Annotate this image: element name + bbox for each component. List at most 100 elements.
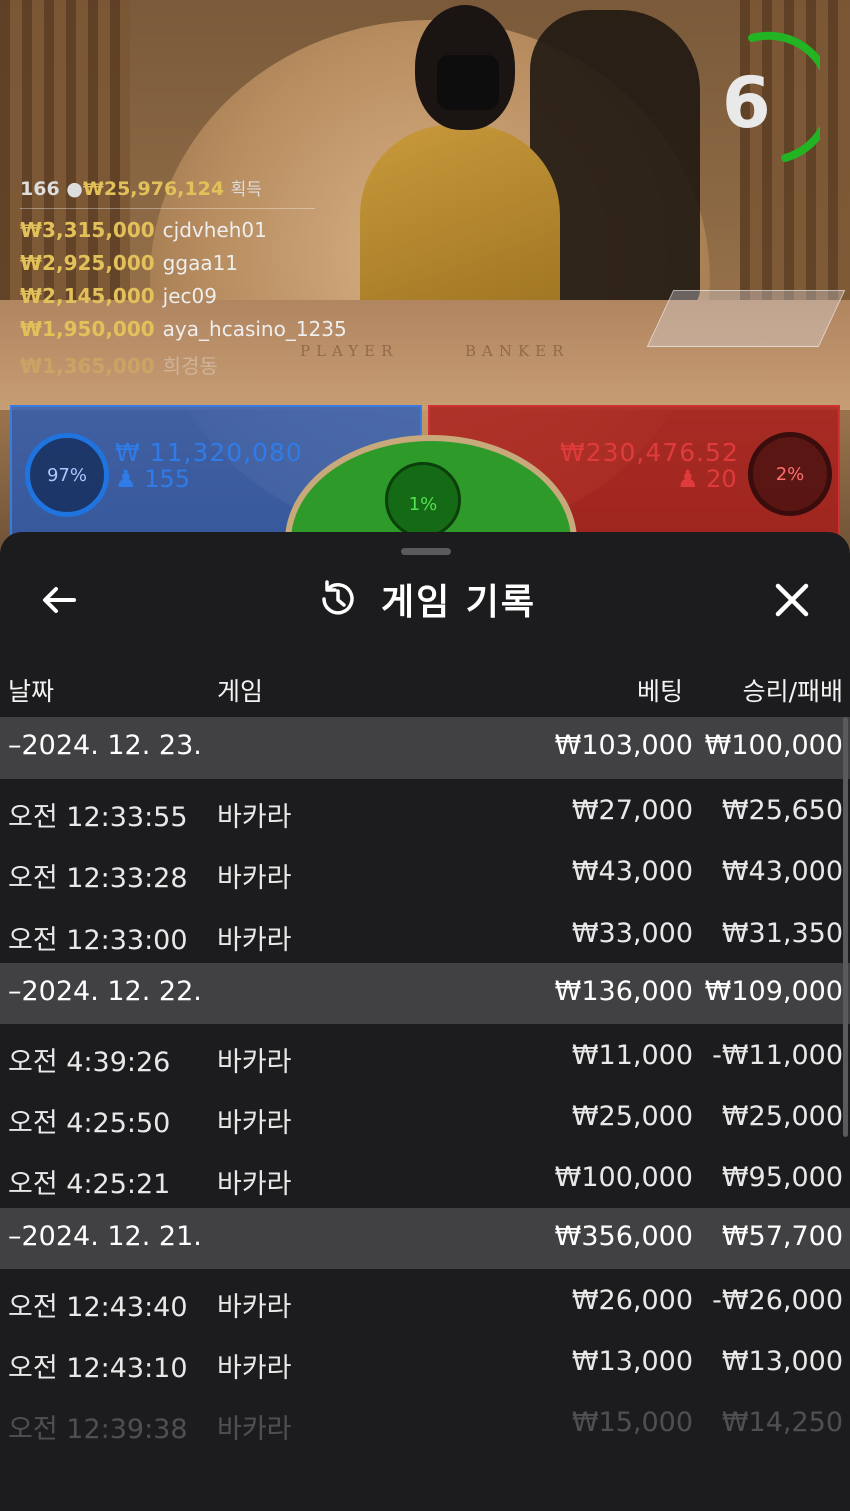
record-game: 바카라 bbox=[217, 1108, 292, 1140]
record-result: ₩95,000 bbox=[721, 1162, 843, 1194]
group-result-total: ₩57,700 bbox=[721, 1220, 843, 1252]
entry-name: cjdvheh01 bbox=[162, 218, 267, 242]
record-game: 바카라 bbox=[217, 1169, 292, 1201]
sheet-header: 게임 기록 bbox=[0, 568, 850, 628]
column-headers: 날짜 게임 베팅 승리/패배 bbox=[0, 672, 850, 712]
user-icon: ♟ bbox=[115, 465, 137, 493]
column-result: 승리/패배 bbox=[742, 677, 843, 706]
banker-percent-ring: 2% bbox=[748, 432, 832, 516]
group-bet-total: ₩103,000 bbox=[554, 730, 693, 761]
group-date: –2024. 12. 22. bbox=[8, 975, 202, 1007]
group-bet-total: ₩356,000 bbox=[554, 1220, 693, 1252]
record-bet: ₩27,000 bbox=[571, 795, 693, 826]
arrow-left-icon bbox=[43, 587, 76, 613]
record-result: -₩26,000 bbox=[712, 1284, 843, 1316]
record-game: 바카라 bbox=[217, 924, 292, 956]
player-bet-total: ₩ 11,320,080 bbox=[115, 438, 303, 467]
group-date: –2024. 12. 21. bbox=[8, 1220, 202, 1252]
record-time: 오전 12:33:55 bbox=[8, 802, 188, 833]
record-game: 바카라 bbox=[217, 1046, 292, 1078]
drag-handle[interactable] bbox=[401, 548, 451, 555]
entry-name: jec09 bbox=[162, 284, 217, 308]
record-result: -₩11,000 bbox=[712, 1039, 843, 1071]
game-record-row[interactable]: 오전 4:39:26 바카라 ₩11,000 -₩11,000 bbox=[0, 1024, 850, 1085]
dealer-mask bbox=[437, 55, 499, 110]
entry-amount: ₩3,315,000 bbox=[20, 218, 155, 242]
game-record-row[interactable]: 오전 12:39:38 바카라 ₩15,000 ₩14,250 bbox=[0, 1391, 850, 1452]
record-result: ₩31,350 bbox=[721, 917, 843, 949]
record-result: ₩25,650 bbox=[721, 795, 843, 826]
game-record-row[interactable]: 오전 12:33:28 바카라 ₩43,000 ₩43,000 bbox=[0, 840, 850, 901]
countdown-timer: 6 bbox=[700, 30, 820, 170]
entry-name: 희경동 bbox=[162, 354, 218, 378]
winners-leaderboard: 166 ●₩25,976,124 획득 ₩3,315,000 cjdvheh01 … bbox=[20, 175, 347, 379]
sheet-title-group: 게임 기록 bbox=[315, 574, 536, 624]
entry-amount: ₩1,365,000 bbox=[20, 354, 155, 378]
card-shoe bbox=[646, 290, 846, 347]
game-record-row[interactable]: 오전 4:25:21 바카라 ₩100,000 ₩95,000 bbox=[0, 1146, 850, 1207]
leaderboard-entry: ₩2,145,000 jec09 bbox=[20, 284, 320, 308]
leaderboard-entry: ₩2,925,000 ggaa11 bbox=[20, 251, 320, 275]
game-history-sheet: 게임 기록 날짜 게임 베팅 승리/패배 –2024. 12. 23. ₩103… bbox=[0, 532, 850, 1511]
player-count: 166 bbox=[20, 178, 60, 200]
record-bet: ₩43,000 bbox=[571, 856, 693, 888]
history-list: –2024. 12. 23. ₩103,000 ₩100,000 오전 12:3… bbox=[0, 717, 850, 1453]
group-result-total: ₩100,000 bbox=[704, 730, 843, 761]
leaderboard-header: 166 ●₩25,976,124 획득 bbox=[20, 175, 315, 209]
tie-percent-ring: 1% bbox=[385, 462, 461, 538]
record-bet: ₩15,000 bbox=[571, 1407, 693, 1439]
record-game: 바카라 bbox=[217, 802, 292, 833]
history-icon bbox=[322, 580, 354, 615]
leaderboard-total: ₩25,976,124 bbox=[82, 178, 225, 200]
record-bet: ₩13,000 bbox=[571, 1346, 693, 1378]
record-game: 바카라 bbox=[217, 1353, 292, 1385]
timer-value: 6 bbox=[722, 62, 771, 144]
entry-name: ggaa11 bbox=[162, 251, 239, 275]
game-record-row[interactable]: 오전 12:33:55 바카라 ₩27,000 ₩25,650 bbox=[0, 779, 850, 840]
column-date: 날짜 bbox=[8, 677, 55, 706]
date-group-row[interactable]: –2024. 12. 23. ₩103,000 ₩100,000 bbox=[0, 717, 850, 779]
entry-amount: ₩1,950,000 bbox=[20, 317, 155, 341]
player-count-value: 155 bbox=[144, 465, 190, 493]
tie-percent: 1% bbox=[408, 493, 438, 515]
user-icon: ♟ bbox=[677, 465, 699, 493]
close-button[interactable] bbox=[770, 578, 814, 622]
player-percent-ring: 97% bbox=[25, 433, 109, 517]
record-result: ₩43,000 bbox=[721, 856, 843, 888]
player-percent: 97% bbox=[46, 464, 87, 486]
page-title: 게임 기록 bbox=[381, 582, 537, 623]
user-icon: ● bbox=[66, 178, 83, 200]
banker-percent: 2% bbox=[775, 463, 805, 485]
column-bet: 베팅 bbox=[636, 677, 683, 706]
column-game: 게임 bbox=[217, 677, 264, 706]
record-game: 바카라 bbox=[217, 863, 292, 895]
record-time: 오전 4:25:21 bbox=[8, 1169, 171, 1201]
earned-label: 획득 bbox=[230, 180, 262, 200]
record-result: ₩13,000 bbox=[721, 1346, 843, 1378]
game-record-row[interactable]: 오전 12:33:00 바카라 ₩33,000 ₩31,350 bbox=[0, 902, 850, 963]
banker-bet-total: ₩230,476.52 bbox=[560, 438, 739, 467]
record-time: 오전 12:33:28 bbox=[8, 863, 188, 895]
close-icon bbox=[775, 583, 809, 617]
record-time: 오전 12:43:10 bbox=[8, 1353, 188, 1385]
back-button[interactable] bbox=[38, 578, 82, 622]
record-time: 오전 12:33:00 bbox=[8, 924, 188, 956]
record-result: ₩25,000 bbox=[721, 1101, 843, 1133]
scrollbar[interactable] bbox=[843, 717, 848, 1137]
date-group-row[interactable]: –2024. 12. 22. ₩136,000 ₩109,000 bbox=[0, 962, 850, 1024]
game-record-row[interactable]: 오전 4:25:50 바카라 ₩25,000 ₩25,000 bbox=[0, 1085, 850, 1146]
record-bet: ₩25,000 bbox=[571, 1101, 693, 1133]
record-time: 오전 12:43:40 bbox=[8, 1291, 188, 1323]
record-result: ₩14,250 bbox=[721, 1407, 843, 1439]
leaderboard-entry: ₩1,365,000 희경동 bbox=[20, 350, 320, 379]
group-result-total: ₩109,000 bbox=[704, 975, 843, 1007]
record-time: 오전 12:39:38 bbox=[8, 1414, 188, 1446]
game-record-row[interactable]: 오전 12:43:40 바카라 ₩26,000 -₩26,000 bbox=[0, 1269, 850, 1330]
record-game: 바카라 bbox=[217, 1414, 292, 1446]
record-bet: ₩33,000 bbox=[571, 917, 693, 949]
record-time: 오전 4:39:26 bbox=[8, 1046, 171, 1078]
entry-amount: ₩2,925,000 bbox=[20, 251, 155, 275]
date-group-row[interactable]: –2024. 12. 21. ₩356,000 ₩57,700 bbox=[0, 1207, 850, 1269]
game-record-row[interactable]: 오전 12:43:10 바카라 ₩13,000 ₩13,000 bbox=[0, 1330, 850, 1391]
record-bet: ₩11,000 bbox=[571, 1039, 693, 1071]
